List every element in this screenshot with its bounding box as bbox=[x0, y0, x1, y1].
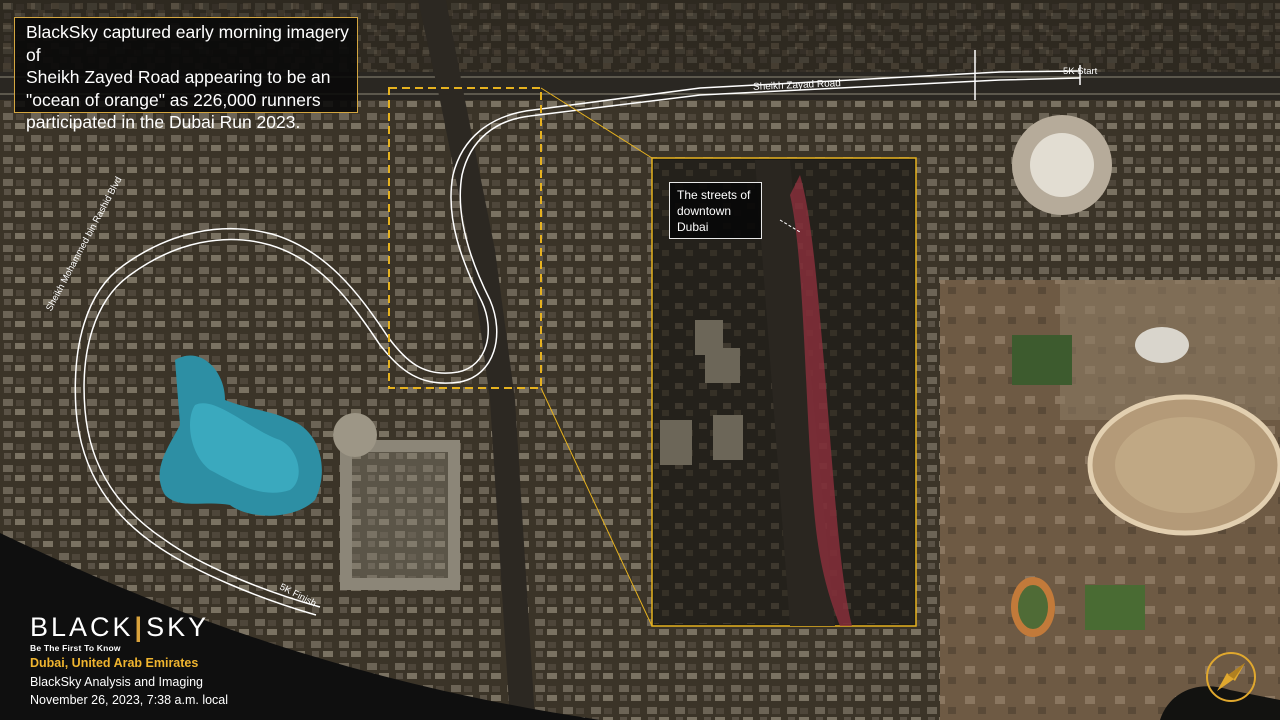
compass-icon bbox=[1206, 652, 1256, 702]
capture-date: November 26, 2023, 7:38 a.m. local bbox=[30, 693, 229, 707]
caption-line: participated in the Dubai Run 2023. bbox=[26, 112, 301, 132]
inset-label-line: downtown bbox=[677, 204, 732, 218]
inset-label: The streets of downtown Dubai bbox=[669, 182, 762, 239]
caption-line: "ocean of orange" as 226,000 runners bbox=[26, 89, 321, 110]
caption-line: BlackSky captured early morning imagery … bbox=[26, 22, 349, 65]
location-title: Dubai, United Arab Emirates bbox=[30, 656, 199, 670]
blacksky-logo: BLACK|SKY bbox=[30, 612, 210, 642]
inset-label-line: Dubai bbox=[677, 220, 709, 234]
brand-tagline: Be The First To Know bbox=[30, 643, 121, 653]
inset-label-line: The streets of bbox=[677, 188, 751, 202]
analysis-credit: BlackSky Analysis and Imaging bbox=[30, 675, 204, 689]
brand-block: BLACK|SKY Be The First To Know bbox=[30, 612, 210, 654]
caption-line: Sheikh Zayed Road appearing to be an bbox=[26, 67, 331, 87]
caption-box: BlackSky captured early morning imagery … bbox=[14, 17, 358, 132]
map-scene: BlackSky captured early morning imagery … bbox=[0, 0, 1280, 720]
start-label: 5K Start bbox=[1063, 66, 1098, 77]
